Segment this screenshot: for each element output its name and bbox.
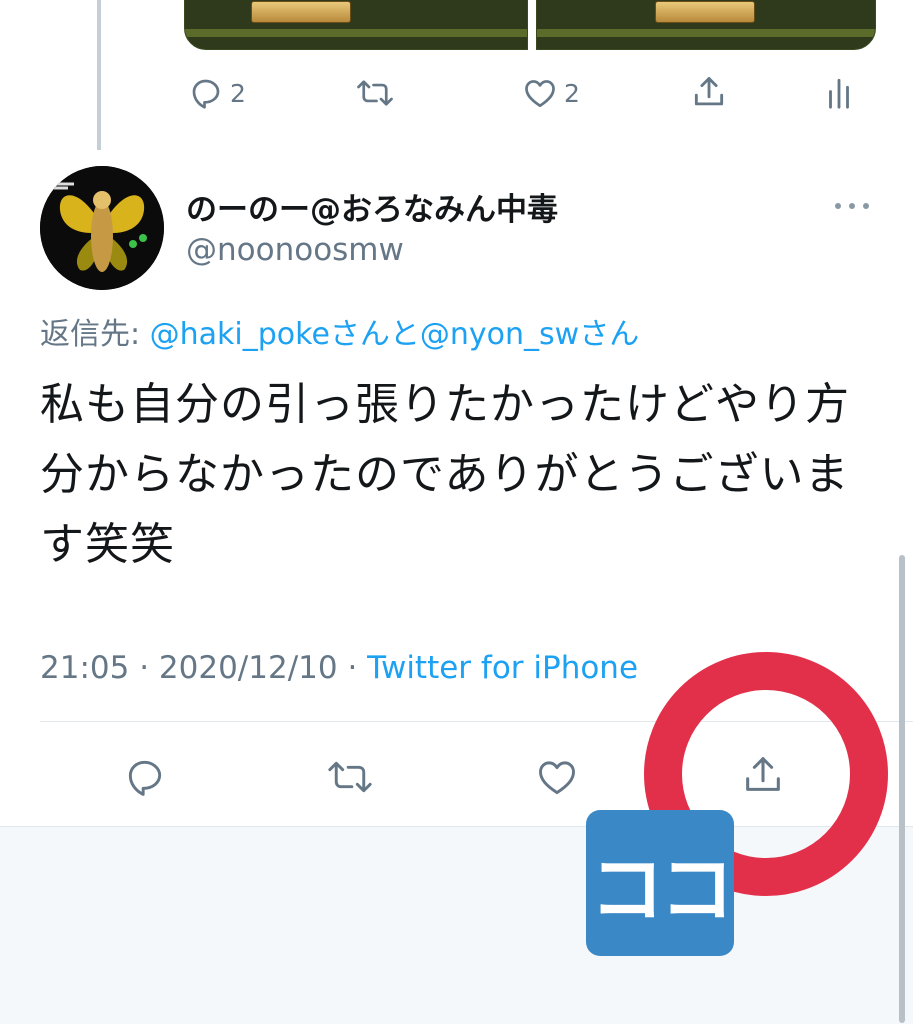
reply-icon: [128, 760, 162, 796]
media-image-left[interactable]: [184, 0, 528, 50]
tweet-text: 私も自分の引っ張りたかったけどやり方分からなかったのでありがとうございます笑笑: [40, 379, 850, 570]
reply-to-label: 返信先:: [40, 317, 150, 352]
tweet-time: 21:05: [40, 650, 130, 686]
media-image-right[interactable]: [536, 0, 876, 50]
avatar-image: [40, 166, 164, 290]
prev-like-count: 2: [564, 78, 580, 108]
reply-button[interactable]: [123, 755, 167, 799]
reply-icon: [192, 79, 220, 109]
share-icon: [694, 77, 724, 106]
media-close-button-graphic: [251, 1, 351, 23]
thread-line: [97, 0, 101, 150]
prev-share-button[interactable]: [690, 73, 728, 111]
display-name[interactable]: のーのー@おろなみん中毒: [186, 184, 558, 229]
retweet-icon: [357, 80, 393, 106]
tweet-meta: 21:05 · 2020/12/10 · Twitter for iPhone: [40, 650, 638, 686]
media-close-button-graphic: [655, 1, 755, 23]
meta-separator: ·: [337, 650, 368, 686]
media-strip: [537, 29, 875, 37]
media-strip: [185, 29, 527, 37]
reply-to-mentions[interactable]: @haki_pokeさんと@nyon_swさん: [150, 317, 640, 352]
tweet-date: 2020/12/10: [158, 650, 338, 686]
like-button[interactable]: [535, 755, 579, 799]
prev-reply-count: 2: [230, 78, 246, 108]
tweet-source[interactable]: Twitter for iPhone: [367, 650, 638, 686]
heart-icon: [525, 80, 555, 108]
avatar[interactable]: [40, 166, 164, 290]
more-icon[interactable]: [832, 196, 872, 216]
retweet-button[interactable]: [325, 755, 375, 799]
prev-like-button[interactable]: 2: [522, 75, 580, 111]
scrollbar[interactable]: [899, 555, 905, 1023]
prev-retweet-button[interactable]: [355, 75, 395, 111]
retweet-icon: [328, 761, 372, 793]
analytics-icon: [829, 78, 849, 109]
prev-analytics-button[interactable]: [824, 76, 854, 110]
user-handle[interactable]: @noonoosmw: [186, 232, 404, 268]
reply-to-line: 返信先: @haki_pokeさんと@nyon_swさん: [40, 309, 639, 353]
prev-reply-button[interactable]: 2: [188, 75, 246, 111]
meta-separator: ·: [129, 650, 159, 686]
heart-icon: [539, 761, 575, 795]
annotation-label: ココ: [586, 810, 734, 956]
